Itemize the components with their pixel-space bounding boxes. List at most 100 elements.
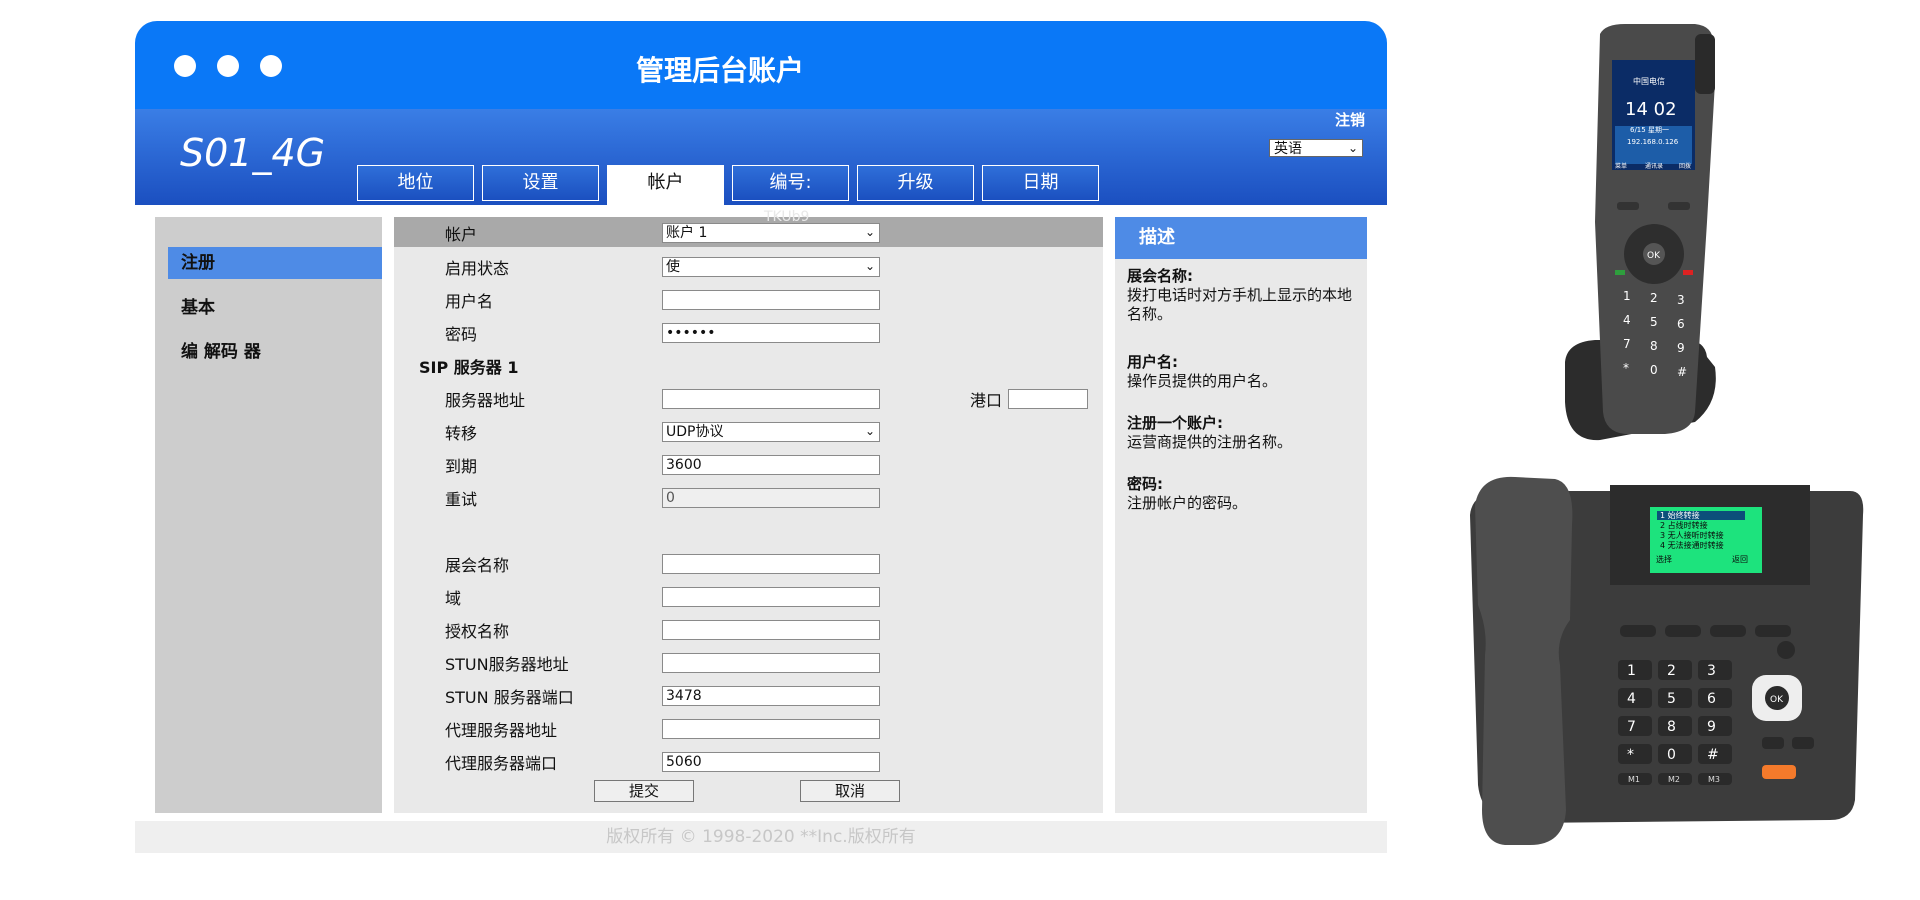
submit-button[interactable]: 提交 <box>594 780 694 802</box>
tab-date[interactable]: 日期 <box>982 165 1099 201</box>
product-name: S01_4G <box>180 131 326 175</box>
port-field[interactable] <box>1008 389 1088 409</box>
proxy-port-label: 代理服务器端口 <box>445 754 558 773</box>
description-item: 密码: 注册帐户的密码。 <box>1127 475 1359 513</box>
auth-name-label: 授权名称 <box>445 622 510 641</box>
username-field[interactable] <box>662 290 880 310</box>
screen-date: 6/15 星期一 <box>1630 126 1669 134</box>
memory-key-label: M3 <box>1708 775 1720 784</box>
password-field[interactable]: •••••• <box>662 323 880 343</box>
tab-account[interactable]: 帐户 <box>607 165 724 205</box>
server-address-field[interactable] <box>662 389 880 409</box>
retry-label: 重试 <box>445 490 478 509</box>
end-call-key <box>1683 270 1693 275</box>
proxy-port-field[interactable]: 5060 <box>662 752 880 772</box>
memory-key-label: M1 <box>1628 775 1640 784</box>
proxy-address-field[interactable] <box>662 719 880 739</box>
key-8: 8 <box>1650 339 1658 353</box>
description-item-text: 运营商提供的注册名称。 <box>1127 433 1293 451</box>
tab-upgrade[interactable]: 升级 <box>857 165 974 201</box>
title-bar: 管理后台账户 <box>135 21 1387 109</box>
lcd-line: 2 占线时转接 <box>1660 520 1708 530</box>
description-item: 用户名: 操作员提供的用户名。 <box>1127 353 1359 391</box>
description-item-title: 展会名称: <box>1127 267 1193 285</box>
menu-key <box>1792 737 1814 749</box>
screen-ip: 192.168.0.126 <box>1627 138 1679 146</box>
sidebar-item-codec[interactable]: 编 解码 器 <box>168 336 382 368</box>
key-9: 9 <box>1707 719 1716 735</box>
account-label: 帐户 <box>445 225 478 244</box>
transport-label: 转移 <box>445 424 478 443</box>
key-0: 0 <box>1667 747 1676 763</box>
key-star: * <box>1623 361 1629 375</box>
key-3: 3 <box>1707 663 1716 679</box>
key-4: 4 <box>1627 691 1636 707</box>
username-label: 用户名 <box>445 292 494 311</box>
key-5: 5 <box>1667 691 1676 707</box>
language-select[interactable]: 英语 ⌄ <box>1269 139 1363 157</box>
account-select-value: 账户 1 <box>666 225 708 241</box>
tab-numbering[interactable]: 编号: <box>732 165 849 201</box>
chevron-down-icon: ⌄ <box>864 259 875 273</box>
port-label: 港口 <box>970 391 1003 410</box>
description-item-title: 用户名: <box>1127 353 1178 371</box>
account-form: TKUb9 帐户 账户 1 ⌄ 启用状态 使 ⌄ 用户名 密码 •••••• S… <box>394 209 1103 813</box>
cancel-button[interactable]: 取消 <box>800 780 900 802</box>
key-hash: # <box>1677 365 1687 379</box>
stun-address-field[interactable] <box>662 653 880 673</box>
stun-port-label: STUN 服务器端口 <box>445 688 574 707</box>
display-name-label: 展会名称 <box>445 556 510 575</box>
stun-address-label: STUN服务器地址 <box>445 655 569 674</box>
enable-select[interactable]: 使 ⌄ <box>662 257 880 277</box>
key-6: 6 <box>1677 317 1685 331</box>
lcd-softkey-left: 选择 <box>1656 554 1672 564</box>
lcd-line: 4 无法接通时转接 <box>1660 540 1724 550</box>
header-banner: S01_4G 注销 英语 ⌄ 地位 设置 帐户 编号: 升级 日期 <box>135 109 1387 205</box>
auth-name-field[interactable] <box>662 620 880 640</box>
dial-key <box>1618 744 1652 764</box>
ok-key-label: OK <box>1647 251 1661 261</box>
key-8: 8 <box>1667 719 1676 735</box>
screen-softkey-left: 菜单 <box>1615 162 1627 170</box>
expire-field[interactable]: 3600 <box>662 455 880 475</box>
domain-field[interactable] <box>662 587 880 607</box>
key-1: 1 <box>1623 289 1631 303</box>
description-item: 展会名称: 拨打电话时对方手机上显示的本地名称。 <box>1127 267 1359 324</box>
tab-settings[interactable]: 设置 <box>482 165 599 201</box>
transport-select-value: UDP协议 <box>666 424 724 440</box>
password-label: 密码 <box>445 325 478 344</box>
screen-softkey-right: 回拨 <box>1679 162 1691 170</box>
tab-status[interactable]: 地位 <box>357 165 474 201</box>
key-hash: # <box>1707 747 1719 763</box>
stun-port-field[interactable]: 3478 <box>662 686 880 706</box>
lcd-line: 1 始终转接 <box>1660 510 1700 520</box>
sidebar-item-register[interactable]: 注册 <box>168 247 382 279</box>
display-name-field[interactable] <box>662 554 880 574</box>
redial-key <box>1777 641 1795 659</box>
key-2: 2 <box>1650 291 1658 305</box>
logout-link[interactable]: 注销 <box>1335 109 1365 130</box>
function-key <box>1665 625 1701 637</box>
transport-select[interactable]: UDP协议 ⌄ <box>662 422 880 442</box>
softkey-left <box>1617 202 1639 210</box>
screen-time: 14 02 <box>1625 99 1677 120</box>
enable-label: 启用状态 <box>445 259 510 278</box>
ok-key-label: OK <box>1770 695 1784 705</box>
chevron-down-icon: ⌄ <box>864 424 875 438</box>
server-address-label: 服务器地址 <box>445 391 526 410</box>
key-4: 4 <box>1623 313 1631 327</box>
account-select[interactable]: 账户 1 ⌄ <box>662 223 880 243</box>
cordless-handset-image: 中国电信 14 02 6/15 星期一 192.168.0.126 菜单 通讯录… <box>1565 24 1716 441</box>
description-item-text: 操作员提供的用户名。 <box>1127 372 1278 390</box>
key-star: * <box>1627 747 1634 763</box>
speaker-key <box>1762 765 1796 779</box>
retry-field: 0 <box>662 488 880 508</box>
handset-receiver <box>1475 476 1573 845</box>
chevron-down-icon: ⌄ <box>1347 141 1358 155</box>
function-key <box>1755 625 1791 637</box>
copyright-footer: 版权所有 © 1998-2020 **Inc.版权所有 <box>135 821 1387 853</box>
sidebar-item-basic[interactable]: 基本 <box>168 292 382 324</box>
admin-window: 管理后台账户 S01_4G 注销 英语 ⌄ 地位 设置 帐户 编号: 升级 日期… <box>135 21 1387 853</box>
key-3: 3 <box>1677 293 1685 307</box>
sidebar: 注册 基本 编 解码 器 <box>155 217 382 813</box>
